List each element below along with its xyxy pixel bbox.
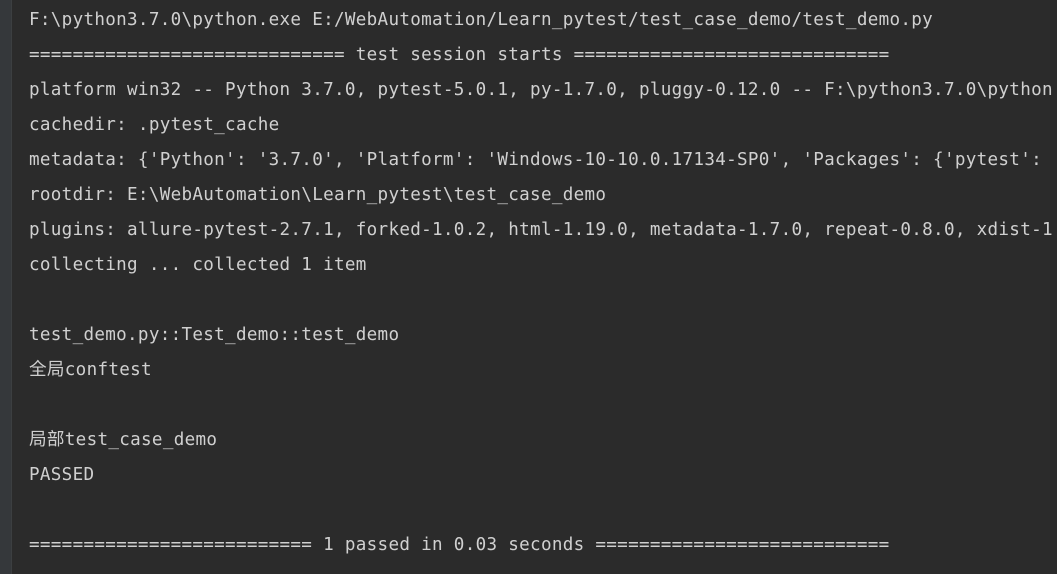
- session-start-banner: ============================= test sessi…: [29, 45, 890, 65]
- global-conftest-line: 全局conftest: [29, 360, 152, 380]
- local-conftest-line: 局部test_case_demo: [29, 430, 218, 450]
- command-line: F:\python3.7.0\python.exe E:/WebAutomati…: [29, 10, 934, 30]
- test-id-line: test_demo.py::Test_demo::test_demo: [29, 325, 400, 345]
- cachedir-line: cachedir: .pytest_cache: [29, 115, 280, 135]
- plugins-line: plugins: allure-pytest-2.7.1, forked-1.0…: [29, 220, 1053, 240]
- collecting-line: collecting ... collected 1 item: [29, 255, 367, 275]
- run-console-output[interactable]: F:\python3.7.0\python.exe E:/WebAutomati…: [0, 0, 1057, 563]
- platform-line: platform win32 -- Python 3.7.0, pytest-5…: [29, 80, 1057, 100]
- metadata-line: metadata: {'Python': '3.7.0', 'Platform'…: [29, 150, 1053, 170]
- summary-banner: ========================== 1 passed in 0…: [29, 535, 890, 555]
- passed-status: PASSED: [29, 465, 95, 485]
- rootdir-line: rootdir: E:\WebAutomation\Learn_pytest\t…: [29, 185, 607, 205]
- console-gutter: [0, 0, 12, 574]
